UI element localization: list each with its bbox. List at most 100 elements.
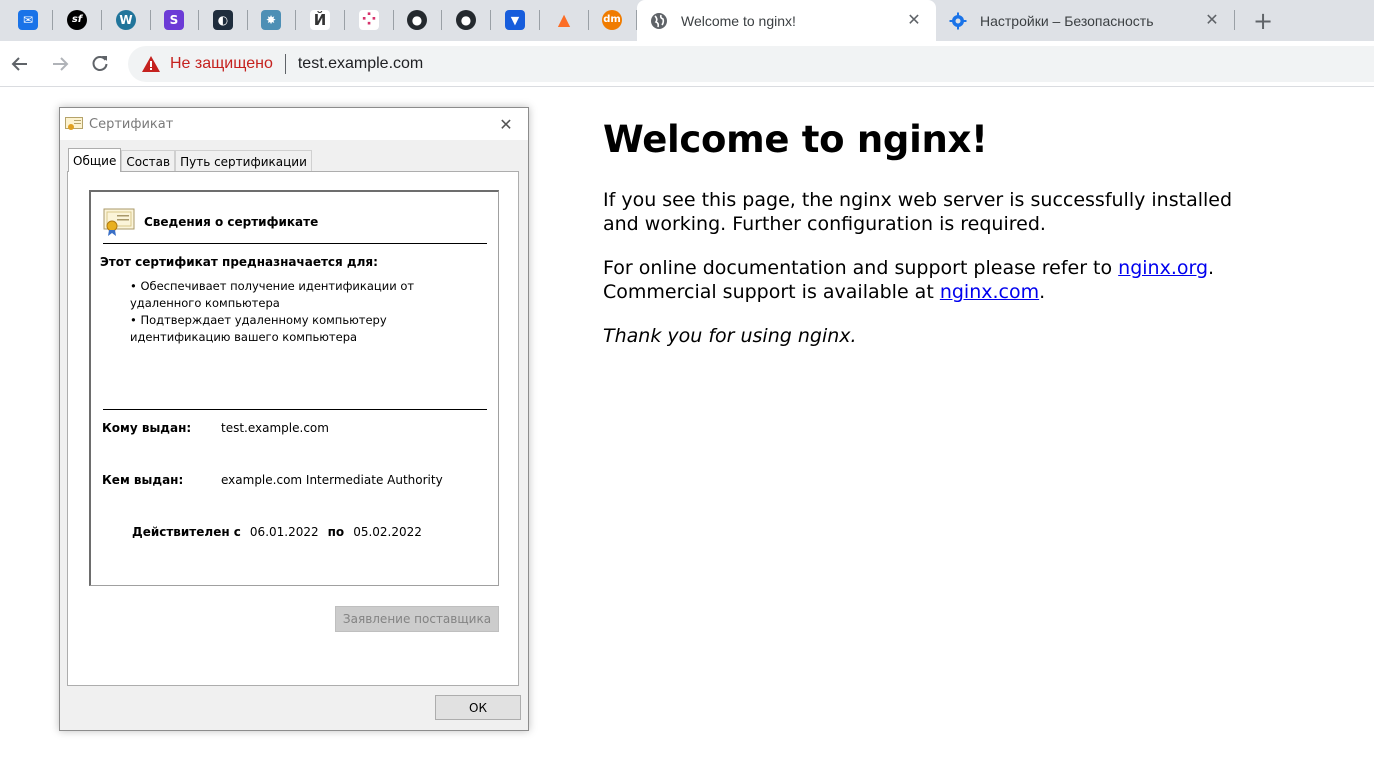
pinned-tab[interactable]: ▲ [544,5,584,35]
github-icon: ● [456,10,476,30]
gear-icon [948,11,968,31]
forward-arrow-icon [53,57,69,71]
purpose-list: • Обеспечивает получение идентификации о… [130,278,480,346]
docs-paragraph: For online documentation and support ple… [603,256,1263,304]
issuer-statement-button[interactable]: Заявление поставщика [335,606,499,632]
back-button[interactable] [5,49,35,79]
dialog-tabs: Общие Состав Путь сертификации [68,148,312,172]
pinned-tab[interactable]: W [106,5,146,35]
valid-to-label: по [327,525,345,539]
new-tab-button[interactable]: + [1248,6,1278,36]
valid-from-label: Действителен с [132,525,241,539]
nginx-org-link[interactable]: nginx.org [1118,257,1208,279]
mail-icon: ✉ [18,10,38,30]
address-bar[interactable]: Не защищено test.example.com [128,46,1374,82]
tab-separator [150,10,151,30]
gitlab-icon: ▲ [557,10,571,29]
reload-icon [92,56,108,71]
commercial-text-dot: . [1039,281,1046,303]
issued-to-value: test.example.com [221,421,329,435]
dialog-title: Сертификат [89,116,174,132]
tab-certification-path[interactable]: Путь сертификации [175,150,312,172]
issued-by-label: Кем выдан: [102,473,184,487]
issued-to-label: Кому выдан: [102,421,192,435]
thanks-text: Thank you for using nginx. [603,325,857,347]
tab-separator [1234,10,1235,30]
intro-paragraph: If you see this page, the nginx web serv… [603,189,1233,235]
pinned-tab[interactable]: S [154,5,194,35]
pinned-tab[interactable]: ▼ [495,5,535,35]
info-header-text: Сведения о сертификате [144,215,319,229]
pinned-tab[interactable]: ⁘ [349,5,389,35]
tab-separator [588,10,589,30]
reload-button[interactable] [85,49,115,79]
docs-text-dot: . [1208,257,1215,279]
purpose-item: • Подтверждает удаленному компьютеру иде… [130,313,387,344]
pinned-tab[interactable]: ◐ [203,5,243,35]
purpose-header: Этот сертификат предназначается для: [100,255,378,269]
tab-general[interactable]: Общие [68,148,122,172]
general-tab-panel: Сведения о сертификате Этот сертификат п… [67,171,519,686]
not-secure-label[interactable]: Не защищено [170,55,273,73]
valid-to-value: 05.02.2022 [353,525,422,539]
symfony-icon: sf [67,10,87,30]
url-text[interactable]: test.example.com [298,55,423,73]
divider [103,409,487,410]
bitwarden-icon: ▼ [505,10,525,30]
back-arrow-icon [11,57,27,71]
pinned-tab[interactable]: ● [397,5,437,35]
close-icon[interactable]: ✕ [496,114,516,134]
purpose-item: • Обеспечивает получение идентификации о… [130,279,415,310]
certificate-dialog: Сертификат ✕ Общие Состав Путь сертифика… [59,107,529,731]
nginx-com-link[interactable]: nginx.com [940,281,1039,303]
pinned-tab[interactable]: ✸ [251,5,291,35]
certificate-icon [103,208,135,236]
pinned-tab[interactable]: sf [57,5,97,35]
divider [103,243,487,244]
pinned-tab[interactable]: dm [592,5,632,35]
page-content: Welcome to nginx! If you see this page, … [603,118,1263,368]
commercial-text: Commercial support is available at [603,281,940,303]
tab-separator [441,10,442,30]
puzzle-icon: ✸ [261,10,281,30]
letter-h-icon: Й [310,10,330,30]
omnibox-separator [284,54,286,74]
close-icon[interactable]: ✕ [1202,10,1222,30]
tab-welcome-nginx[interactable]: Welcome to nginx! ✕ [637,0,936,41]
tab-separator [101,10,102,30]
tab-settings-security[interactable]: Настройки – Безопасность ✕ [936,0,1234,41]
tab-details[interactable]: Состав [121,150,176,172]
page-title: Welcome to nginx! [603,118,988,161]
thanks-paragraph: Thank you for using nginx. [603,324,1263,348]
issued-by-value: example.com Intermediate Authority [221,473,443,487]
pinned-tab[interactable]: ✉ [8,5,48,35]
dialog-titlebar[interactable]: Сертификат ✕ [60,108,528,140]
tab-separator [198,10,199,30]
tab-separator [490,10,491,30]
tab-separator [52,10,53,30]
ok-button[interactable]: ОК [435,695,521,720]
docker-like-icon: ◐ [213,10,233,30]
tab-separator [295,10,296,30]
github-icon: ● [407,10,427,30]
pinned-tab[interactable]: ● [446,5,486,35]
tab-separator [539,10,540,30]
wordpress-icon: W [116,10,136,30]
docs-text: For online documentation and support ple… [603,257,1119,279]
toolbar: Не защищено test.example.com [0,41,1374,87]
tab-separator [247,10,248,30]
close-icon[interactable]: ✕ [904,10,924,30]
warning-icon[interactable] [142,55,160,73]
certificate-info-box: Сведения о сертификате Этот сертификат п… [89,190,499,586]
tab-separator [344,10,345,30]
dots-icon: ⁘ [359,10,379,30]
dm-icon: dm [602,10,622,30]
s-app-icon: S [164,10,184,30]
pinned-tab[interactable]: Й [300,5,340,35]
tab-title: Настройки – Безопасность [980,12,1154,29]
forward-button[interactable] [45,49,75,79]
info-header: Сведения о сертификате [103,208,318,236]
globe-icon [649,11,669,31]
tab-strip: ✉ sf W S ◐ ✸ Й ⁘ ● ● ▼ ▲ dm Welcome to nginx! ✕ Наст… [0,0,1374,41]
validity-row: Действителен с 06.01.2022 по 05.02.2022 [132,525,422,539]
